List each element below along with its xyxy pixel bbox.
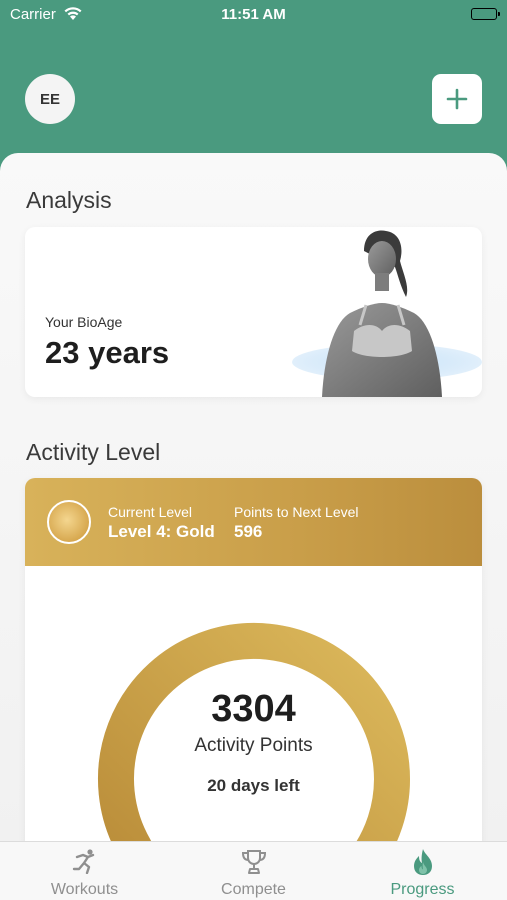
trophy-icon (169, 848, 338, 876)
next-level-label: Points to Next Level (234, 504, 359, 520)
days-left: 20 days left (207, 776, 300, 795)
flame-icon (338, 848, 507, 876)
content-sheet: Analysis Your BioAge 23 years Activity L… (0, 153, 507, 843)
avatar[interactable]: EE (25, 74, 75, 124)
battery-icon (471, 8, 500, 20)
runner-icon (0, 848, 169, 874)
current-level-value: Level 4: Gold (108, 522, 215, 541)
activity-level-card[interactable]: Current Level Level 4: Gold Points to Ne… (25, 478, 482, 843)
tab-bar: Workouts Compete Progress (0, 841, 507, 900)
add-button[interactable] (432, 74, 482, 124)
bioage-value: 23 years (45, 335, 170, 370)
plus-icon (446, 88, 468, 110)
tab-compete[interactable]: Compete (169, 842, 338, 900)
tab-workouts-label: Workouts (50, 881, 119, 898)
body-scan-figure (292, 230, 482, 397)
activity-level-title: Activity Level (26, 439, 161, 465)
level-header: Current Level Level 4: Gold Points to Ne… (25, 478, 482, 566)
tab-compete-label: Compete (221, 881, 286, 898)
current-level-label: Current Level (108, 504, 193, 520)
next-level-value: 596 (234, 522, 263, 541)
tab-progress[interactable]: Progress (338, 842, 507, 900)
activity-points-label: Activity Points (194, 735, 313, 756)
tab-progress-label: Progress (390, 881, 455, 898)
bioage-card[interactable]: Your BioAge 23 years (25, 227, 482, 397)
activity-points-value: 3304 (211, 688, 296, 730)
bioage-label: Your BioAge (45, 314, 123, 330)
analysis-title: Analysis (26, 187, 112, 213)
gold-badge-icon (47, 500, 91, 544)
clock: 11:51 AM (221, 6, 286, 23)
status-bar: Carrier 11:51 AM (0, 0, 507, 30)
tab-workouts[interactable]: Workouts (0, 842, 169, 900)
